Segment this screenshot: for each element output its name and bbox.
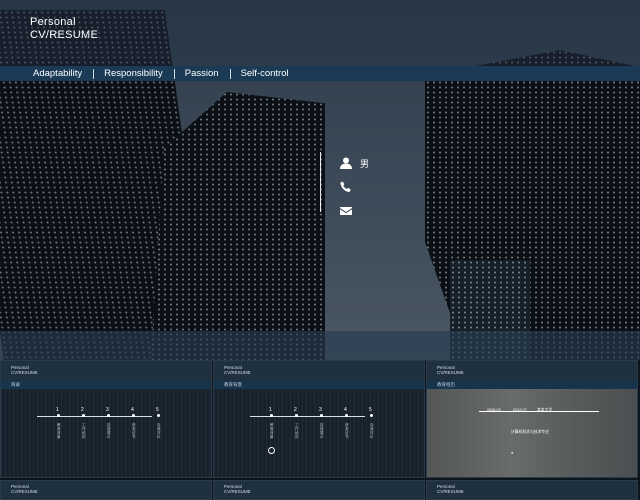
- contact-phone: [340, 175, 369, 199]
- timeline-dot: [295, 414, 298, 417]
- thumb-title2: CV/RESUME: [11, 370, 38, 375]
- timeline-num: 5: [369, 407, 372, 413]
- timeline-num: 2: [294, 407, 297, 413]
- timeline-text: 获奖证书: [132, 423, 136, 439]
- timeline-num: 4: [344, 407, 347, 413]
- thumb-title2: CV/RESUME: [437, 370, 464, 375]
- thumbnail-slide-6[interactable]: Personal CV/RESUME: [426, 480, 638, 500]
- school-name: 某某大学: [537, 408, 553, 412]
- timeline-num: 2: [81, 407, 84, 413]
- thumb-header: Personal CV/RESUME: [427, 361, 637, 381]
- contact-mail: [340, 199, 369, 223]
- timeline: 1 教育背景 2 工作经历 3 技能展示 4 获奖证书 5 自我评价: [37, 407, 161, 439]
- timeline-date: 2012.07: [513, 408, 527, 412]
- timeline-text: 工作经历: [82, 423, 86, 439]
- timeline-num: 1: [269, 407, 272, 413]
- timeline-text: 自我评价: [370, 423, 374, 439]
- timeline-dot: [132, 414, 135, 417]
- thumb-title2: CV/RESUME: [224, 370, 251, 375]
- timeline-num: 4: [131, 407, 134, 413]
- timeline-text: 教育背景: [57, 423, 61, 439]
- nav-item-self-control[interactable]: Self-control: [229, 68, 300, 79]
- timeline-dot: [57, 414, 60, 417]
- timeline-text: 教育背景: [270, 423, 274, 439]
- nav-bar: Adaptability Responsibility Passion Self…: [0, 66, 640, 81]
- contact-divider: [320, 152, 321, 212]
- thumbnail-slide-1[interactable]: Personal CV/RESUME 目录 1 教育背景 2 工作经历 3 技能…: [0, 360, 212, 478]
- timeline: 1 教育背景 2 工作经历 3 技能展示 4 获奖证书 5 自我评价: [250, 407, 374, 439]
- timeline-text: 技能展示: [107, 423, 111, 439]
- brand-title: Personal CV/RESUME: [30, 16, 98, 42]
- bullet-icon: ●: [511, 451, 514, 455]
- hero-banner: Personal CV/RESUME Adaptability Responsi…: [0, 0, 640, 360]
- timeline-dot: [157, 414, 160, 417]
- timeline-text: 获奖证书: [345, 423, 349, 439]
- contact-gender: 男: [340, 151, 369, 175]
- timeline-num: 3: [106, 407, 109, 413]
- mail-icon[interactable]: [340, 205, 352, 217]
- thumbnail-slide-5[interactable]: Personal CV/RESUME: [213, 480, 425, 500]
- hero-bottom-band: [0, 331, 640, 360]
- phone-icon[interactable]: [340, 181, 352, 193]
- timeline-dot: [270, 414, 273, 417]
- thumb-subtitle: 教育经历: [427, 381, 637, 389]
- thumb-header: Personal CV/RESUME: [1, 361, 211, 381]
- timeline-dot: [320, 414, 323, 417]
- thumb-subtitle: 教育背景: [214, 381, 424, 389]
- thumb-title2: CV/RESUME: [11, 489, 38, 494]
- thumb-header: Personal CV/RESUME: [214, 361, 424, 381]
- timeline-num: 5: [156, 407, 159, 413]
- timeline-dot: [82, 414, 85, 417]
- nav-item-responsibility[interactable]: Responsibility: [93, 68, 174, 79]
- thumb-title2: CV/RESUME: [224, 489, 251, 494]
- thumb-subtitle: 目录: [1, 381, 211, 389]
- nav-item-passion[interactable]: Passion: [173, 68, 230, 79]
- timeline-dot: [370, 414, 373, 417]
- play-icon[interactable]: [268, 447, 275, 454]
- timeline-num: 1: [56, 407, 59, 413]
- thumb-body: 2008.09 2012.07 某某大学 计算机科学与技术专业 ●: [427, 389, 637, 477]
- thumb-body: 1 教育背景 2 工作经历 3 技能展示 4 获奖证书 5 自我评价: [1, 389, 211, 477]
- thumb-body: 1 教育背景 2 工作经历 3 技能展示 4 获奖证书 5 自我评价: [214, 389, 424, 477]
- timeline-dot: [345, 414, 348, 417]
- nav-item-adaptability[interactable]: Adaptability: [22, 68, 93, 79]
- timeline-num: 3: [319, 407, 322, 413]
- thumbnail-slide-3[interactable]: Personal CV/RESUME 教育经历 2008.09 2012.07 …: [426, 360, 638, 478]
- timeline-text: 工作经历: [295, 423, 299, 439]
- thumbnail-strip: Personal CV/RESUME 目录 1 教育背景 2 工作经历 3 技能…: [0, 360, 640, 500]
- gender-value: 男: [360, 158, 370, 169]
- thumbnail-slide-2[interactable]: Personal CV/RESUME 教育背景 1 教育背景 2 工作经历 3 …: [213, 360, 425, 478]
- person-icon: [340, 157, 352, 169]
- brand-line2: CV/RESUME: [30, 29, 99, 41]
- brand-line1: Personal: [30, 16, 76, 28]
- education-desc: 计算机科学与技术专业: [511, 430, 549, 434]
- timeline-date: 2008.09: [487, 408, 501, 412]
- thumbnail-slide-4[interactable]: Personal CV/RESUME: [0, 480, 212, 500]
- timeline-text: 技能展示: [320, 423, 324, 439]
- timeline-text: 自我评价: [157, 423, 161, 439]
- thumb-title2: CV/RESUME: [437, 489, 464, 494]
- timeline-dot: [107, 414, 110, 417]
- contact-panel: 男: [340, 151, 369, 223]
